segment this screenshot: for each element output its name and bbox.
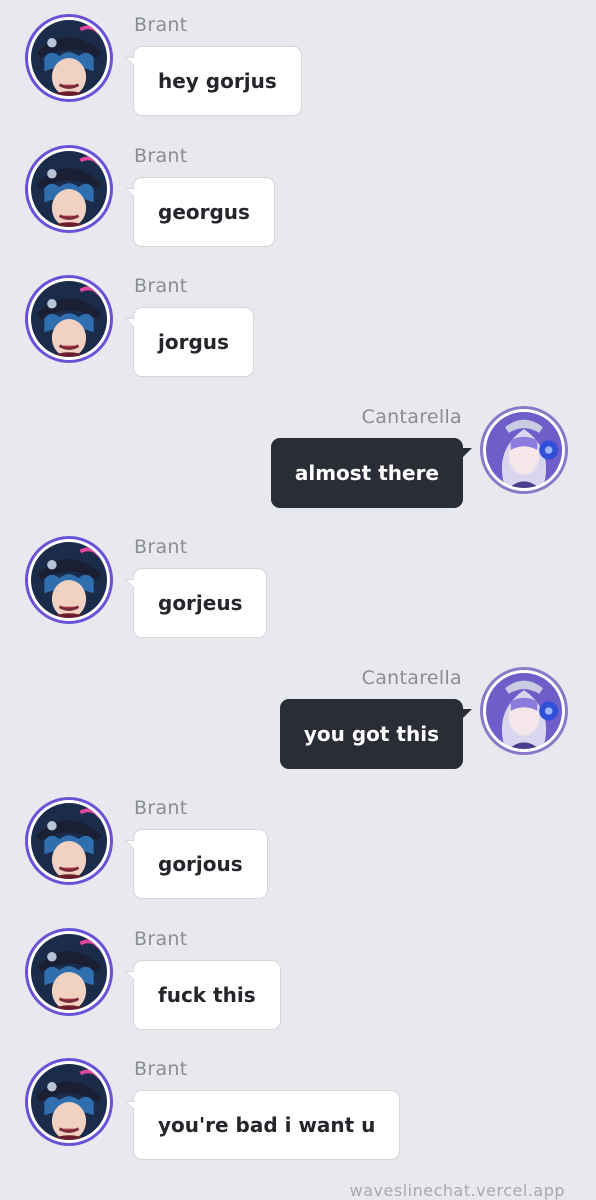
- chat-message: Brant gorjous: [0, 783, 596, 913]
- chat-message: Brant jorgus: [0, 261, 596, 391]
- chat-message: Brant fuck this: [0, 914, 596, 1044]
- sender-name: Brant: [134, 797, 188, 819]
- chat-message: Brant you're bad i want u: [0, 1044, 596, 1174]
- watermark-text: waveslinechat.vercel.app: [349, 1181, 565, 1200]
- sender-name: Brant: [134, 928, 188, 950]
- sender-name: Brant: [134, 275, 188, 297]
- brant-avatar-icon[interactable]: [25, 14, 113, 102]
- sender-name: Cantarella: [361, 406, 462, 428]
- message-bubble[interactable]: hey gorjus: [125, 46, 302, 116]
- brant-avatar-art: [31, 934, 107, 1010]
- sender-name: Brant: [134, 1058, 188, 1080]
- brant-avatar-icon[interactable]: [25, 275, 113, 363]
- chat-message: Brant gorjeus: [0, 522, 596, 652]
- brant-avatar-icon[interactable]: [25, 536, 113, 624]
- brant-avatar-icon[interactable]: [25, 145, 113, 233]
- brant-avatar-art: [31, 542, 107, 618]
- brant-avatar-art: [31, 803, 107, 879]
- sender-name: Brant: [134, 145, 188, 167]
- message-bubble[interactable]: fuck this: [125, 960, 281, 1030]
- chat-message: Cantarella you got this: [0, 653, 596, 783]
- chat-message: Cantarella almost there: [0, 392, 596, 522]
- brant-avatar-art: [31, 151, 107, 227]
- cantarella-avatar-icon[interactable]: [480, 406, 568, 494]
- brant-avatar-art: [31, 1064, 107, 1140]
- chat-message: Brant hey gorjus: [0, 0, 596, 130]
- cantarella-avatar-art: [486, 412, 562, 488]
- brant-avatar-icon[interactable]: [25, 797, 113, 885]
- sender-name: Brant: [134, 536, 188, 558]
- message-bubble[interactable]: you're bad i want u: [124, 1090, 401, 1160]
- cantarella-avatar-art: [486, 673, 562, 749]
- sender-name: Cantarella: [361, 667, 462, 689]
- message-bubble[interactable]: jorgus: [125, 307, 254, 377]
- brant-avatar-icon[interactable]: [25, 928, 113, 1016]
- message-bubble[interactable]: georgus: [125, 177, 275, 247]
- message-bubble[interactable]: almost there: [270, 438, 473, 508]
- brant-avatar-art: [31, 20, 107, 96]
- cantarella-avatar-icon[interactable]: [480, 667, 568, 755]
- chat-message: Brant georgus: [0, 131, 596, 261]
- message-bubble[interactable]: gorjous: [125, 829, 268, 899]
- sender-name: Brant: [134, 14, 188, 36]
- brant-avatar-icon[interactable]: [25, 1058, 113, 1146]
- brant-avatar-art: [31, 281, 107, 357]
- message-bubble[interactable]: you got this: [279, 699, 473, 769]
- message-bubble[interactable]: gorjeus: [124, 568, 268, 638]
